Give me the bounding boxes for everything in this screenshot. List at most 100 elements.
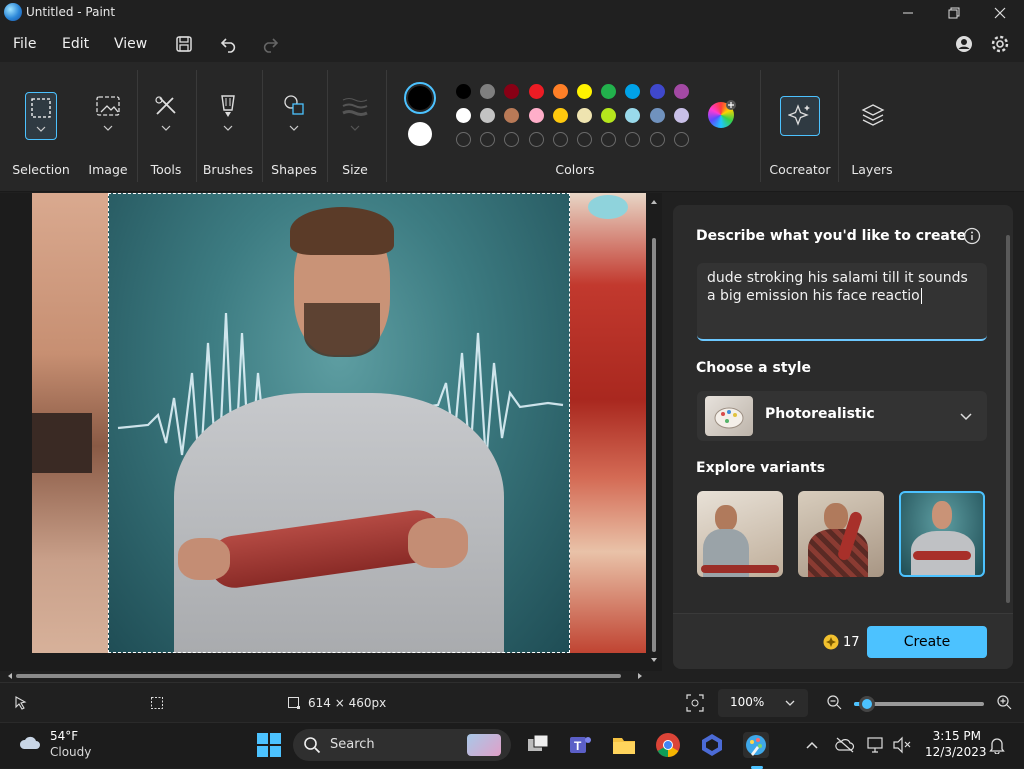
color-swatch[interactable]: [504, 84, 520, 99]
horizontal-scrollbar[interactable]: [6, 672, 646, 680]
edit-colors-button[interactable]: [708, 100, 736, 128]
color-swatch[interactable]: [601, 84, 617, 99]
title-bar: Untitled - Paint: [0, 0, 1024, 26]
custom-color-slot[interactable]: [673, 132, 689, 147]
shapes-button[interactable]: [277, 92, 311, 140]
canvas-image[interactable]: [32, 193, 646, 653]
selection-marquee[interactable]: [108, 193, 570, 653]
file-explorer-app[interactable]: [611, 732, 637, 758]
custom-color-slot[interactable]: [504, 132, 520, 147]
clock-date[interactable]: 12/3/2023: [925, 745, 987, 759]
color-swatch[interactable]: [673, 84, 689, 99]
custom-color-slot[interactable]: [528, 132, 544, 147]
zoom-out-button[interactable]: [826, 694, 842, 710]
svg-text:T: T: [574, 739, 582, 753]
teams-app[interactable]: T: [567, 732, 593, 758]
monitor-network-icon: [867, 737, 883, 753]
primary-color-swatch: [408, 86, 432, 110]
info-button[interactable]: [963, 227, 981, 245]
visual-studio-app[interactable]: [699, 732, 725, 758]
color-swatch[interactable]: [577, 84, 592, 99]
custom-color-slot[interactable]: [552, 132, 568, 147]
custom-color-slot[interactable]: [456, 132, 471, 147]
color-swatch[interactable]: [456, 108, 471, 123]
custom-color-slot[interactable]: [625, 132, 641, 147]
credit-coin-icon: [823, 634, 839, 650]
color-swatch[interactable]: [649, 108, 665, 123]
color-swatch[interactable]: [480, 84, 496, 99]
clock-time[interactable]: 3:15 PM: [925, 729, 981, 743]
minimize-button[interactable]: [885, 0, 931, 26]
restore-button[interactable]: [931, 0, 977, 26]
weather-widget[interactable]: [18, 733, 42, 753]
panel-scrollbar[interactable]: [1006, 235, 1010, 603]
zoom-in-icon: [997, 695, 1012, 710]
zoom-slider-thumb[interactable]: [859, 696, 875, 712]
color-swatch[interactable]: [504, 108, 520, 123]
create-button[interactable]: Create: [867, 626, 987, 658]
task-view-button[interactable]: [525, 732, 551, 758]
prompt-textarea[interactable]: dude stroking his salami till it sounds …: [697, 263, 987, 341]
layers-button[interactable]: [860, 102, 886, 128]
color-swatch[interactable]: [528, 84, 544, 99]
color-swatch[interactable]: [577, 108, 592, 123]
notifications-button[interactable]: [988, 736, 1006, 754]
custom-color-slot[interactable]: [577, 132, 592, 147]
settings-button[interactable]: [988, 32, 1012, 56]
selection-tool-button[interactable]: [25, 92, 57, 140]
prompt-heading: Describe what you'd like to create: [696, 228, 967, 244]
taskbar-search-box[interactable]: Search: [293, 729, 511, 761]
custom-color-slot[interactable]: [480, 132, 496, 147]
fit-to-window-button[interactable]: [686, 694, 704, 712]
variant-thumbnail-2[interactable]: [798, 491, 884, 577]
color-swatch[interactable]: [552, 108, 568, 123]
zoom-dropdown[interactable]: 100%: [718, 689, 808, 717]
style-dropdown[interactable]: Photorealistic: [697, 391, 987, 441]
canvas-area[interactable]: [0, 193, 662, 671]
start-button[interactable]: [256, 732, 282, 758]
network-tray[interactable]: [866, 736, 886, 754]
color-swatch[interactable]: [456, 84, 471, 99]
variant-thumbnail-1[interactable]: [697, 491, 783, 577]
secondary-color-button[interactable]: [408, 122, 432, 146]
color-swatch[interactable]: [649, 84, 665, 99]
brushes-button[interactable]: [211, 92, 245, 140]
color-swatch[interactable]: [673, 108, 689, 123]
color-swatch[interactable]: [480, 108, 496, 123]
cocreator-button[interactable]: [780, 96, 820, 136]
menu-file[interactable]: File: [13, 36, 36, 52]
task-view-icon: [528, 734, 549, 751]
color-swatch[interactable]: [528, 108, 544, 123]
paint-app-taskbar[interactable]: [743, 732, 769, 769]
zoom-in-button[interactable]: [996, 694, 1012, 710]
color-swatch[interactable]: [601, 108, 617, 123]
windows-taskbar: 54°F Cloudy Search T 3:15 PM 12/3/2023: [0, 722, 1024, 769]
color-swatch[interactable]: [552, 84, 568, 99]
chrome-app[interactable]: [655, 732, 681, 758]
ribbon-divider: [137, 70, 138, 182]
rectangle-select-icon: [31, 98, 51, 132]
menu-edit[interactable]: Edit: [62, 36, 89, 52]
image-tool-button[interactable]: [91, 92, 125, 140]
color-swatch[interactable]: [625, 84, 641, 99]
ribbon-divider: [386, 70, 387, 182]
close-button[interactable]: [977, 0, 1023, 26]
tools-button[interactable]: [149, 92, 183, 140]
show-hidden-icons-button[interactable]: [805, 738, 819, 752]
account-button[interactable]: [952, 32, 976, 56]
volume-tray[interactable]: [892, 736, 912, 754]
canvas-size-icon: [287, 696, 301, 710]
variant-thumbnail-3-selected[interactable]: [899, 491, 985, 577]
save-button[interactable]: [172, 32, 196, 56]
account-icon: [956, 36, 972, 52]
zoom-slider[interactable]: [854, 696, 984, 712]
onedrive-tray[interactable]: [835, 736, 855, 754]
color-swatch[interactable]: [625, 108, 641, 123]
custom-color-slot[interactable]: [601, 132, 617, 147]
menu-view[interactable]: View: [114, 36, 147, 52]
undo-button[interactable]: [218, 32, 242, 56]
custom-color-slot[interactable]: [649, 132, 665, 147]
redo-button[interactable]: [257, 32, 281, 56]
vertical-scrollbar[interactable]: [650, 198, 658, 664]
primary-color-button[interactable]: [404, 82, 436, 114]
